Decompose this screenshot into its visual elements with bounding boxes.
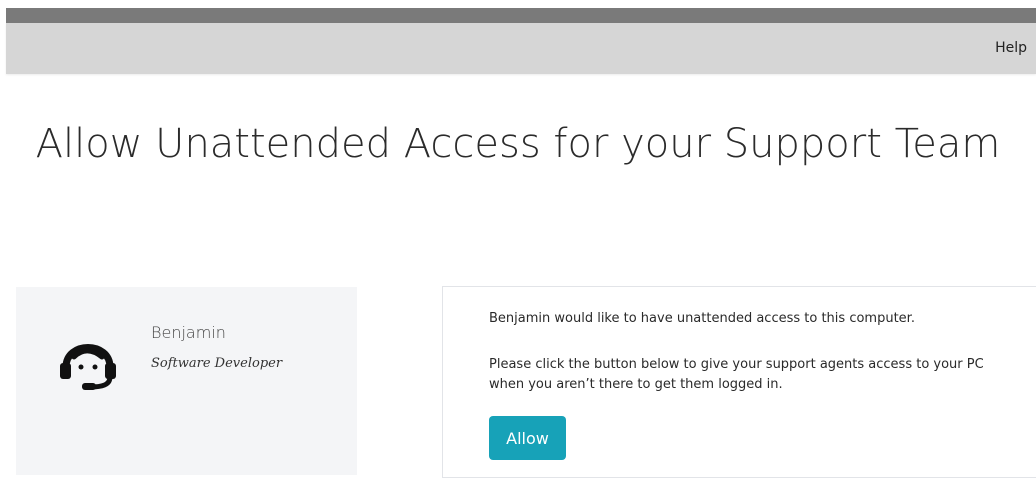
agent-name: Benjamin [151,323,226,342]
access-request-card: Benjamin would like to have unattended a… [442,286,1036,478]
help-link[interactable]: Help [995,40,1027,56]
top-strip [0,0,1036,8]
allow-button[interactable]: Allow [489,416,566,460]
agent-card: Benjamin Software Developer [16,287,357,475]
agent-role: Software Developer [151,356,283,371]
headset-agent-icon [60,344,116,390]
navbar: Help [6,23,1036,74]
request-instructions: Please click the button below to give yo… [489,357,984,392]
page-title: Allow Unattended Access for your Support… [35,121,1001,167]
top-dark-bar [6,8,1036,23]
request-message: Benjamin would like to have unattended a… [489,311,915,326]
